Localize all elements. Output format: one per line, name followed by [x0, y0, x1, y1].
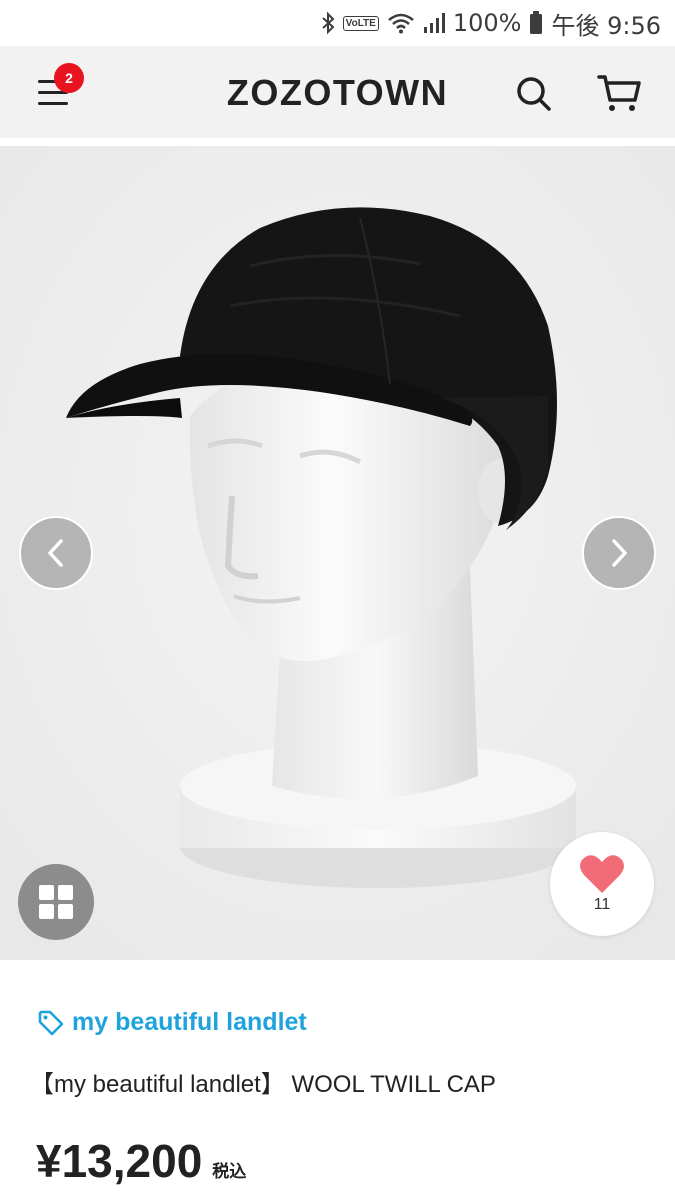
chevron-right-icon — [612, 539, 627, 567]
favorite-count: 11 — [593, 896, 611, 913]
clock: 午後 9:56 — [551, 11, 661, 40]
product-photo — [0, 146, 675, 960]
signal-icon — [423, 12, 445, 34]
heart-icon — [580, 855, 624, 893]
search-icon — [517, 77, 551, 111]
tag-icon — [38, 1010, 64, 1035]
next-image-button[interactable] — [582, 516, 656, 590]
header-divider — [0, 138, 675, 146]
image-grid-button[interactable] — [18, 864, 94, 940]
product-image-carousel[interactable]: 11 — [0, 146, 675, 960]
product-title: 【my beautiful landlet】 WOOL TWILL CAP — [30, 1071, 496, 1098]
favorite-button[interactable]: 11 — [550, 832, 654, 936]
wifi-icon — [387, 12, 415, 34]
product-price: ¥13,200 — [36, 1135, 203, 1187]
grid-icon — [39, 885, 73, 919]
app-header: 2 ZOZOTOWN — [0, 46, 675, 138]
previous-image-button[interactable] — [19, 516, 93, 590]
cart-icon — [597, 75, 641, 111]
cart-button[interactable] — [596, 72, 642, 114]
price-row: ¥13,200 税込 — [36, 1134, 246, 1188]
volte-indicator: VoLTE — [342, 15, 379, 31]
search-button[interactable] — [514, 74, 554, 114]
battery-icon — [529, 11, 543, 35]
status-bar: VoLTE 100% 午後 9:56 — [0, 0, 675, 46]
battery-percent: 100% — [452, 9, 522, 37]
site-logo[interactable]: ZOZOTOWN — [0, 72, 675, 114]
bluetooth-icon — [321, 11, 335, 35]
tax-included-label: 税込 — [212, 1162, 247, 1181]
chevron-left-icon — [48, 539, 63, 567]
brand-link[interactable]: my beautiful landlet — [38, 1008, 307, 1037]
brand-name: my beautiful landlet — [72, 1008, 307, 1036]
